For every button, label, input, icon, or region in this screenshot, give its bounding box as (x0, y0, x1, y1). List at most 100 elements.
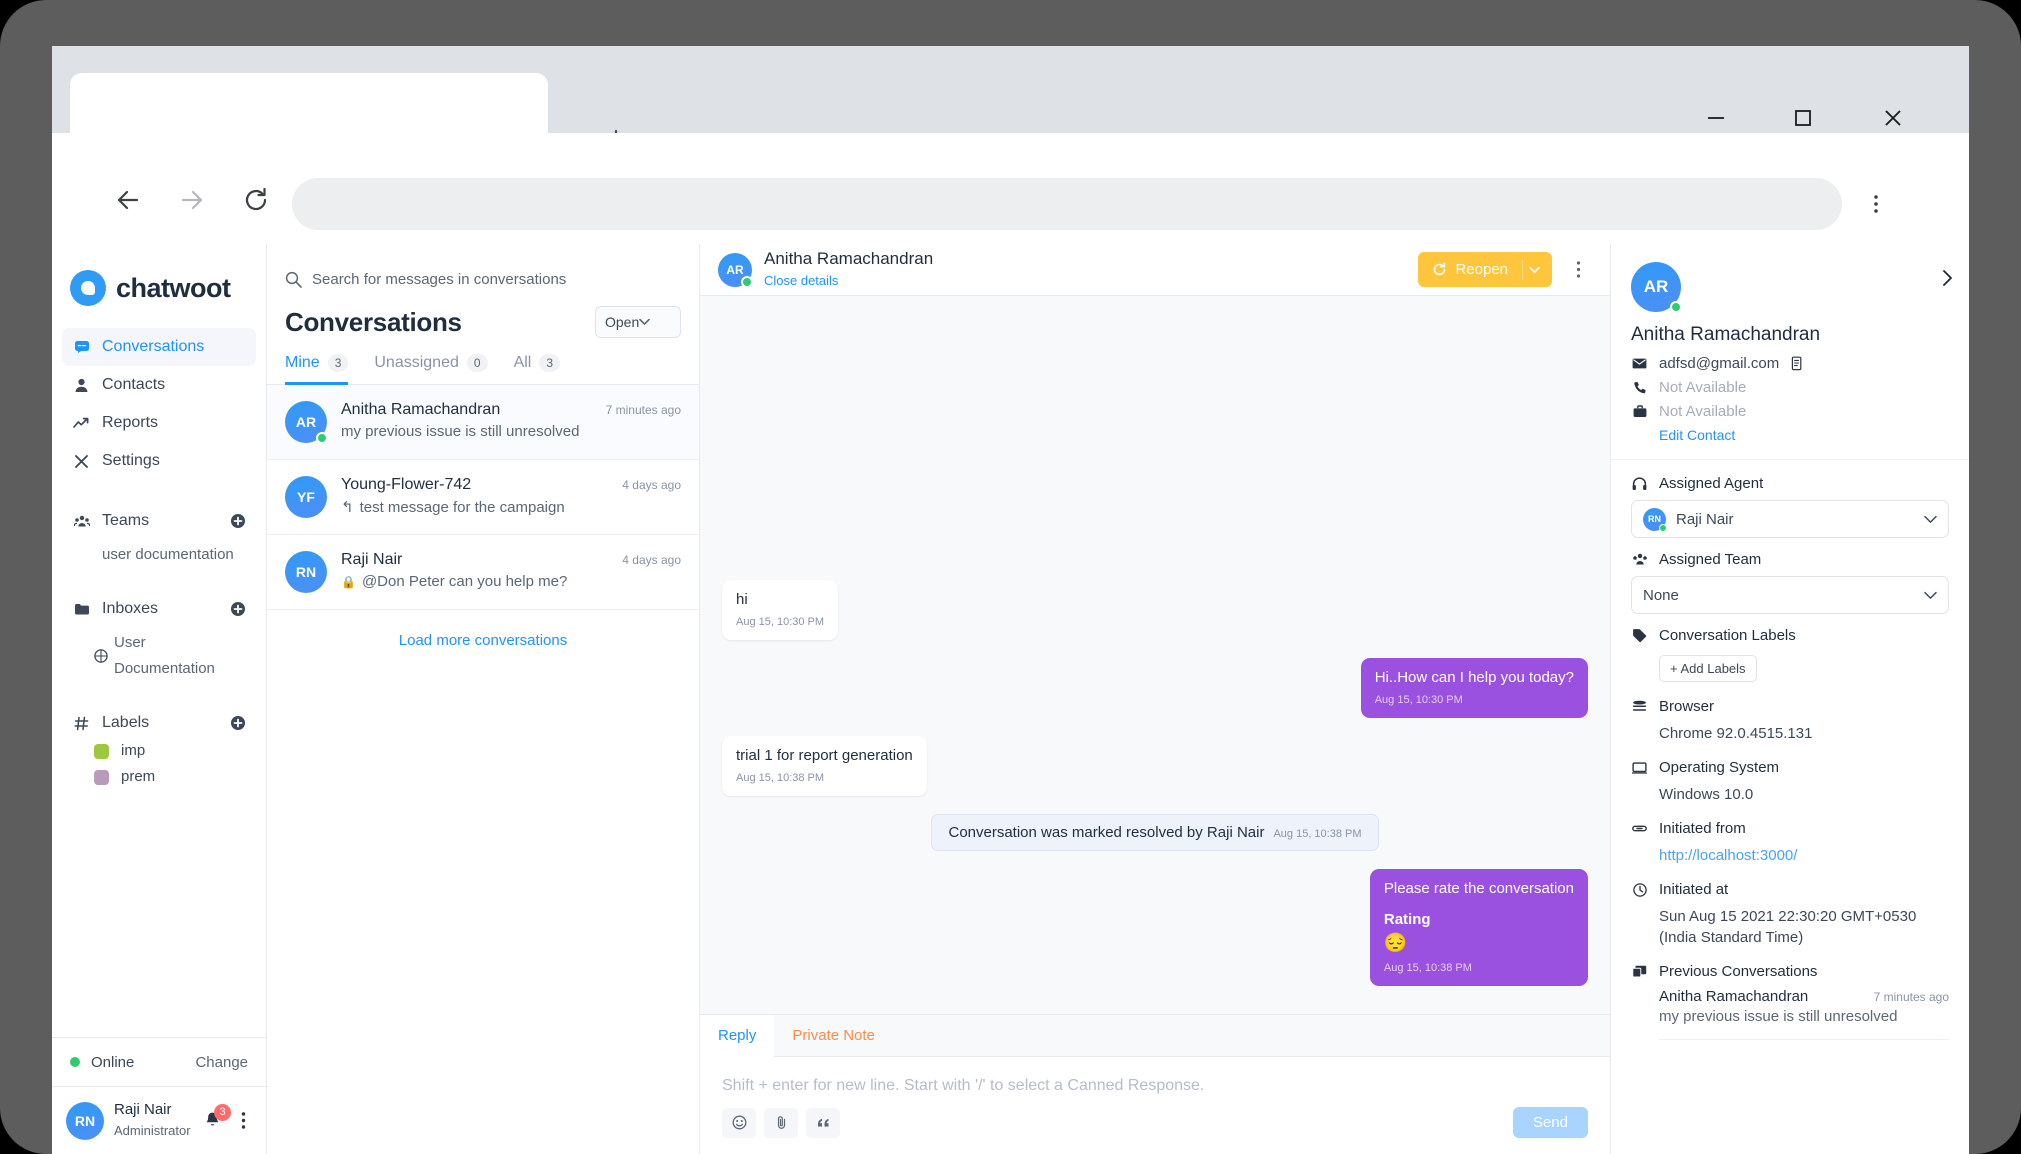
brand-name: chatwoot (116, 273, 231, 304)
monitor-icon (1631, 762, 1648, 774)
message-timestamp: Aug 15, 10:38 PM (1273, 828, 1361, 840)
detail-value: Windows 10.0 (1659, 784, 1949, 805)
status-filter-dropdown[interactable]: Open (595, 306, 681, 338)
kebab-menu-icon[interactable] (235, 1111, 252, 1130)
conversation-summary: Anitha Ramachandran 7 minutes ago my pre… (341, 401, 681, 440)
forward-arrow-icon[interactable] (168, 176, 216, 224)
detail-label: Browser (1659, 698, 1714, 715)
previous-conversation-name: Anitha Ramachandran (1659, 988, 1874, 1005)
chevron-down-icon[interactable] (1522, 260, 1552, 280)
headset-icon (1631, 477, 1648, 491)
detail-label: Operating System (1659, 759, 1779, 776)
avatar: AR (1631, 262, 1681, 312)
add-labels-button[interactable]: + Add Labels (1659, 655, 1757, 682)
tab-reply[interactable]: Reply (700, 1015, 774, 1057)
current-user-name: Raji Nair (114, 1101, 172, 1118)
sidebar-item-reports[interactable]: Reports (62, 404, 256, 442)
detail-value-link[interactable]: http://localhost:3000/ (1659, 845, 1949, 866)
brand-logo[interactable]: chatwoot (52, 244, 266, 306)
chat-panel: AR Anitha Ramachandran Close details Reo… (700, 244, 1611, 1154)
kebab-menu-icon[interactable] (1564, 260, 1592, 279)
teams-header[interactable]: Teams (72, 506, 246, 536)
add-label-icon[interactable] (230, 715, 246, 731)
notification-count-badge: 3 (214, 1104, 231, 1121)
sidebar-label-text: imp (121, 738, 145, 764)
list-item[interactable]: YF Young-Flower-742 4 days ago ↰ test me… (267, 460, 699, 535)
reload-icon[interactable] (232, 176, 280, 224)
tab-unassigned[interactable]: Unassigned 0 (374, 354, 487, 384)
change-status-button[interactable]: Change (195, 1054, 248, 1071)
tab-all[interactable]: All 3 (514, 354, 560, 384)
sidebar-item-conversations[interactable]: Conversations (62, 328, 256, 366)
list-item[interactable]: RN Raji Nair 4 days ago 🔒 @Don Peter can… (267, 535, 699, 610)
reply-textarea[interactable]: Shift + enter for new line. Start with '… (700, 1057, 1610, 1103)
assigned-agent-select[interactable]: RN Raji Nair (1631, 500, 1949, 538)
send-button[interactable]: Send (1513, 1107, 1588, 1138)
message-bubble-rating: Please rate the conversation Rating 😔 Au… (1370, 869, 1588, 986)
assigned-team-select[interactable]: None (1631, 576, 1949, 614)
sidebar-label-item[interactable]: prem (72, 764, 246, 790)
sidebar-team-item[interactable]: user documentation (72, 542, 246, 568)
browser-tab[interactable] (70, 73, 548, 133)
chevron-right-icon[interactable] (1935, 266, 1959, 290)
tools-icon (72, 454, 91, 469)
edit-contact-link[interactable]: Edit Contact (1659, 427, 1949, 443)
detail-label: Initiated from (1659, 820, 1746, 837)
label-color-swatch (94, 744, 109, 759)
reopen-button[interactable]: Reopen (1418, 252, 1552, 287)
sidebar-label-item[interactable]: imp (72, 738, 246, 764)
sidebar-inbox-item[interactable]: User Documentation (72, 630, 246, 682)
composer-tabs: Reply Private Note (700, 1015, 1610, 1057)
emoji-icon[interactable] (722, 1108, 756, 1138)
labels-header[interactable]: Labels (72, 708, 246, 738)
detail-initiated-at: Initiated at Sun Aug 15 2021 22:30:20 GM… (1631, 881, 1949, 948)
message-timestamp: Aug 15, 10:38 PM (1384, 961, 1574, 976)
attachment-icon[interactable] (764, 1108, 798, 1138)
sidebar-nav: Conversations Contacts Reports (52, 328, 266, 480)
list-item[interactable]: AR Anitha Ramachandran 7 minutes ago my … (267, 385, 699, 460)
add-team-icon[interactable] (230, 513, 246, 529)
conversation-preview: my previous issue is still unresolved (341, 423, 579, 440)
screen: chatwoot Conversations Contacts (52, 46, 1969, 1154)
availability-status-row: Online Change (52, 1037, 266, 1086)
conversation-summary: Young-Flower-742 4 days ago ↰ test messa… (341, 476, 681, 516)
minimize-icon[interactable] (1687, 98, 1745, 138)
conversation-preview: test message for the campaign (360, 499, 565, 516)
back-arrow-icon[interactable] (104, 176, 152, 224)
address-bar[interactable] (292, 178, 1842, 230)
clock-icon (1631, 883, 1648, 897)
chevron-down-icon (1924, 591, 1937, 600)
conversation-labels-label: Conversation Labels (1631, 627, 1949, 644)
link-icon (1631, 824, 1648, 833)
contact-phone: Not Available (1659, 379, 1746, 396)
message-text: Please rate the conversation (1384, 879, 1574, 899)
current-user-row[interactable]: RN Raji Nair Administrator 3 (52, 1086, 266, 1154)
message-timestamp: Aug 15, 10:30 PM (1375, 693, 1574, 708)
bell-icon[interactable]: 3 (201, 1108, 225, 1134)
previous-conversation-item[interactable]: Anitha Ramachandran 7 minutes ago my pre… (1659, 988, 1949, 1040)
maximize-icon[interactable] (1774, 98, 1832, 138)
email-icon (1631, 358, 1648, 369)
close-icon[interactable] (1864, 98, 1922, 138)
conversation-preview: @Don Peter can you help me? (362, 573, 567, 590)
reopen-icon (1432, 262, 1447, 277)
sidebar-item-contacts[interactable]: Contacts (62, 366, 256, 404)
search-icon (285, 271, 302, 288)
inboxes-header[interactable]: Inboxes (72, 594, 246, 624)
load-more-button[interactable]: Load more conversations (267, 610, 699, 671)
section-title: Assigned Agent (1659, 475, 1763, 492)
conversation-contact-name: Young-Flower-742 (341, 476, 622, 494)
section-title: Conversation Labels (1659, 627, 1796, 644)
online-status-dot (1659, 524, 1667, 532)
kebab-menu-icon[interactable] (1852, 178, 1900, 230)
search-input[interactable]: Search for messages in conversations (267, 256, 699, 302)
quote-icon[interactable] (806, 1108, 840, 1138)
chat-header: AR Anitha Ramachandran Close details Reo… (700, 244, 1610, 296)
tab-private-note[interactable]: Private Note (774, 1015, 893, 1056)
close-details-link[interactable]: Close details (764, 273, 838, 288)
detail-browser: Browser Chrome 92.0.4515.131 (1631, 698, 1949, 744)
tab-mine[interactable]: Mine 3 (285, 354, 348, 384)
add-inbox-icon[interactable] (230, 601, 246, 617)
copy-icon[interactable] (1790, 356, 1803, 371)
sidebar-item-settings[interactable]: Settings (62, 442, 256, 480)
